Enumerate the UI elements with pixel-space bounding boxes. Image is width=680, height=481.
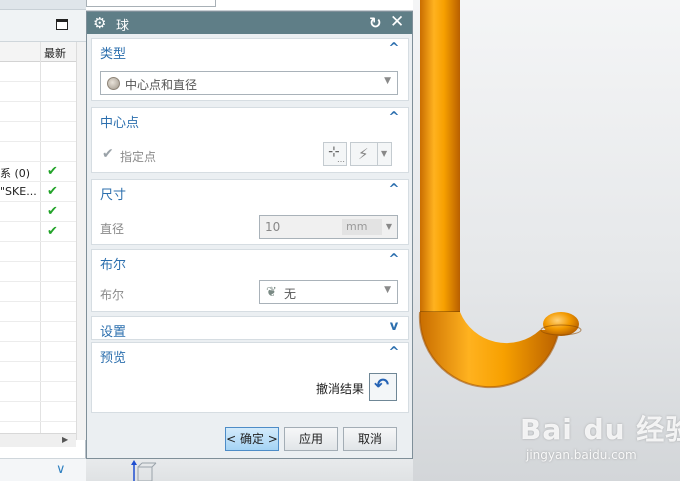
section-title-center[interactable]: 中心点 [100, 112, 139, 131]
table-row[interactable] [0, 362, 76, 382]
apply-button[interactable]: 应用 [284, 427, 338, 451]
ellipsis-icon: … [337, 155, 345, 164]
diameter-value: 10 [265, 220, 281, 234]
section-title-boolean[interactable]: 布尔 [100, 254, 126, 273]
table-row[interactable]: ✔ [0, 202, 76, 222]
section-title-type[interactable]: 类型 [100, 43, 126, 62]
maximize-icon[interactable] [56, 19, 68, 30]
section-title-settings[interactable]: 设置 [100, 321, 126, 340]
chevron-up-icon[interactable]: ^ [388, 41, 400, 56]
boolean-select[interactable]: ❦ 无 ▼ [259, 280, 398, 304]
navigator-topbar [0, 0, 86, 10]
cancel-button[interactable]: 取消 [343, 427, 397, 451]
table-row[interactable]: "SKE... ✔ [0, 182, 76, 202]
section-center-point: 中心点 ^ ✔ 指定点 ⊹ … ⚡ ▼ [91, 107, 409, 173]
part-navigator: 最新 系 (0) ✔ "SKE... ✔ ✔ ✔ ▶ ∨ [0, 0, 86, 481]
section-type: 类型 ^ 中心点和直径 ▼ [91, 38, 409, 101]
chevron-up-icon[interactable]: ^ [388, 182, 400, 197]
section-title-preview[interactable]: 预览 [100, 347, 126, 366]
ok-button[interactable]: < 确定 > [225, 427, 279, 451]
table-row[interactable] [0, 282, 76, 302]
table-row[interactable] [0, 62, 76, 82]
watermark: Bai du 经验 jingyan.baidu.com [520, 408, 680, 478]
tube-straight [420, 0, 460, 312]
boolean-selected-value: 无 [284, 287, 297, 301]
sphere-type-icon [107, 77, 120, 90]
type-selected-value: 中心点和直径 [125, 78, 198, 92]
diameter-label: 直径 [100, 222, 125, 236]
dialog-titlebar[interactable]: ⚙ 球 ↻ ✕ [87, 12, 412, 34]
diameter-input[interactable]: 10 mm ▼ [259, 215, 398, 239]
table-row[interactable] [0, 242, 76, 262]
dialog-title: 球 [116, 19, 130, 34]
check-icon: ✔ [47, 224, 58, 239]
watermark-brand: Bai du 经验 [520, 413, 680, 446]
table-row[interactable]: 系 (0) ✔ [0, 162, 76, 182]
check-icon: ✔ [47, 184, 58, 199]
undo-result-button[interactable]: ↶ [369, 373, 397, 401]
boolean-none-icon: ❦ [266, 285, 277, 300]
row-label: 系 (0) [0, 167, 31, 180]
check-icon: ✔ [102, 146, 114, 162]
reset-icon[interactable]: ↻ [369, 14, 382, 32]
table-row[interactable]: ✔ [0, 222, 76, 242]
table-row[interactable] [0, 122, 76, 142]
tube-bend [419, 312, 560, 388]
dropdown-arrow-icon: ▼ [385, 222, 392, 231]
column-header-latest[interactable]: 最新 [44, 45, 66, 61]
table-row[interactable] [0, 262, 76, 282]
chevron-up-icon[interactable]: ^ [388, 110, 400, 125]
section-boolean: 布尔 ^ 布尔 ❦ 无 ▼ [91, 249, 409, 312]
dropdown-arrow-icon: ▼ [381, 149, 388, 158]
lightning-icon: ⚡ [358, 145, 369, 163]
check-icon: ✔ [47, 164, 58, 179]
navigator-rows: 系 (0) ✔ "SKE... ✔ ✔ ✔ [0, 62, 76, 422]
section-title-dimensions[interactable]: 尺寸 [100, 184, 126, 203]
sphere-dialog: ⚙ 球 ↻ ✕ 类型 ^ 中心点和直径 ▼ 中心点 ^ ✔ 指定点 ⊹ … ⚡ … [86, 11, 413, 459]
dropdown-arrow-icon: ▼ [384, 76, 391, 86]
command-finder-field[interactable] [86, 0, 216, 7]
table-row[interactable] [0, 382, 76, 402]
check-icon: ✔ [47, 204, 58, 219]
boolean-label: 布尔 [100, 288, 125, 302]
unit-select[interactable]: mm [342, 219, 382, 235]
scroll-right-icon[interactable]: ▶ [62, 435, 68, 444]
inferred-point-button[interactable]: ⚡ [350, 142, 378, 166]
navigator-titlebar [0, 10, 86, 42]
undo-result-label: 撤消结果 [316, 382, 365, 396]
gear-icon[interactable]: ⚙ [93, 14, 106, 32]
table-row[interactable] [0, 302, 76, 322]
horizontal-scrollbar[interactable]: ▶ [0, 433, 76, 447]
specify-point-label: 指定点 [120, 150, 157, 164]
table-row[interactable] [0, 102, 76, 122]
close-icon[interactable]: ✕ [390, 12, 404, 32]
chevron-up-icon[interactable]: ^ [388, 252, 400, 267]
row-label: "SKE... [0, 185, 37, 198]
section-settings: 设置 v [91, 316, 409, 340]
undo-icon: ↶ [374, 375, 390, 396]
table-row[interactable] [0, 342, 76, 362]
end-sphere [543, 312, 579, 336]
section-preview: 预览 ^ 撤消结果 ↶ [91, 342, 409, 413]
top-toolbar-strip [86, 0, 413, 11]
watermark-site: jingyan.baidu.com [526, 448, 637, 462]
table-row[interactable] [0, 322, 76, 342]
chevron-down-icon[interactable]: ∨ [56, 462, 66, 477]
vertical-scrollbar[interactable] [76, 42, 86, 440]
chevron-down-icon[interactable]: v [388, 319, 400, 334]
point-dialog-button[interactable]: ⊹ … [323, 142, 347, 166]
view-triad-icon [131, 460, 157, 481]
type-select[interactable]: 中心点和直径 ▼ [100, 71, 398, 95]
table-row[interactable] [0, 402, 76, 422]
inferred-point-dropdown[interactable]: ▼ [378, 142, 392, 166]
section-dimensions: 尺寸 ^ 直径 10 mm ▼ [91, 179, 409, 245]
table-row[interactable] [0, 82, 76, 102]
navigator-footer [0, 458, 86, 481]
table-row[interactable] [0, 142, 76, 162]
dropdown-arrow-icon: ▼ [384, 285, 391, 295]
chevron-up-icon[interactable]: ^ [388, 345, 400, 360]
